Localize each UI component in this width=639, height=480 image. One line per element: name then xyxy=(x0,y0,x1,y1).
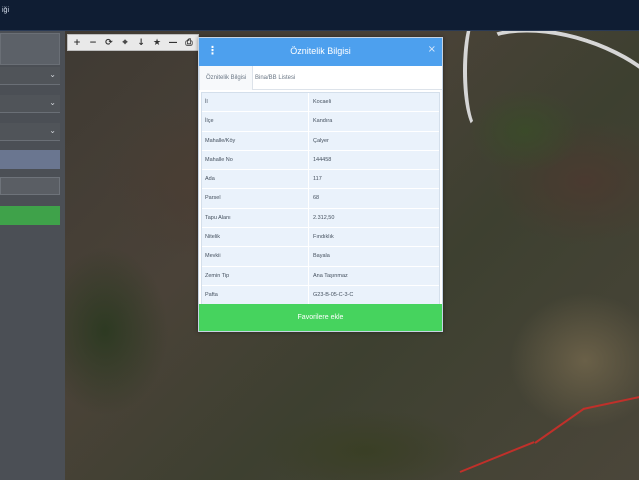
star-icon[interactable]: ★ xyxy=(150,36,164,49)
table-row: Mevkii Bayala xyxy=(202,247,439,267)
table-row: Parsel 68 xyxy=(202,189,439,209)
parcel-boundary-line xyxy=(534,407,585,444)
row-key: Parsel xyxy=(202,189,309,208)
row-value: Ana Taşınmaz xyxy=(313,272,348,279)
attribute-info-modal: ⋮ Öznitelik Bilgisi × Öznitelik Bilgisi … xyxy=(198,37,443,332)
table-row: Mahalle/Köy Çalyer xyxy=(202,131,439,151)
minus-icon[interactable]: − xyxy=(86,36,100,49)
table-row: Tapu Alanı 2.312,50 xyxy=(202,208,439,229)
tab-attribute-info[interactable]: Öznitelik Bilgisi xyxy=(199,66,254,90)
row-key: İl xyxy=(202,93,309,112)
measure-icon[interactable]: — xyxy=(166,36,180,49)
sidebar-query-button[interactable] xyxy=(0,150,60,169)
add-to-favorites-button[interactable]: Favorilere ekle xyxy=(199,304,442,331)
print-icon[interactable]: ⎙ xyxy=(182,36,196,49)
row-value: 117 xyxy=(313,176,322,183)
row-value: Bayala xyxy=(313,253,330,260)
chevron-down-icon: ⌄ xyxy=(49,126,56,135)
table-row: Pafta G23-B-05-C-3-C xyxy=(202,285,439,306)
modal-tabs: Öznitelik Bilgisi Bina/BB Listesi xyxy=(199,66,442,90)
sidebar-select-3[interactable]: ⌄ xyxy=(0,123,60,141)
map-toolbar: + − ⟳ ⌖ ↓ ★ — ⎙ xyxy=(67,34,199,51)
sidebar-search-button[interactable] xyxy=(0,206,60,225)
sidebar-select-1[interactable]: ⌄ xyxy=(0,67,60,85)
row-key: Nitelik xyxy=(202,228,309,247)
row-key: Mahalle No xyxy=(202,150,309,170)
chevron-down-icon: ⌄ xyxy=(49,98,56,107)
app-topbar: iği xyxy=(0,0,639,31)
table-row: İlçe Kandıra xyxy=(202,112,439,132)
row-key: Mahalle/Köy xyxy=(202,131,309,150)
map-road-vertical xyxy=(463,31,493,131)
row-value: Kocaeli xyxy=(313,99,332,105)
refresh-icon[interactable]: ⟳ xyxy=(102,36,116,49)
close-icon[interactable]: × xyxy=(428,44,436,55)
row-key: Ada xyxy=(202,170,309,189)
parcel-boundary-line xyxy=(459,441,535,473)
row-key: Tapu Alanı xyxy=(202,208,309,228)
row-value: 144458 xyxy=(313,156,332,163)
sidebar-panel: ⌄ ⌄ ⌄ xyxy=(0,31,65,480)
row-key: İlçe xyxy=(202,112,309,131)
row-key: Zemin Tip xyxy=(202,266,309,285)
row-value: Kandıra xyxy=(313,118,333,125)
row-value: 68 xyxy=(313,195,320,202)
parcel-boundary-line xyxy=(582,395,639,410)
topbar-label: iği xyxy=(2,7,10,14)
table-row: Mahalle No 144458 xyxy=(202,150,439,171)
info-icon[interactable]: ↓ xyxy=(134,36,148,49)
row-value: Çalyer xyxy=(313,137,329,144)
table-row: Zemin Tip Ana Taşınmaz xyxy=(202,266,439,286)
row-value: G23-B-05-C-3-C xyxy=(313,291,354,298)
table-row: Ada 117 xyxy=(202,170,439,190)
chevron-down-icon: ⌄ xyxy=(49,70,56,79)
tab-building-list[interactable]: Bina/BB Listesi xyxy=(249,66,301,90)
sidebar-header-block xyxy=(0,33,60,65)
modal-title: Öznitelik Bilgisi xyxy=(290,46,351,56)
row-value: 2.312,50 xyxy=(313,214,335,221)
sidebar-select-2[interactable]: ⌄ xyxy=(0,95,60,113)
locate-icon[interactable]: ⌖ xyxy=(118,36,132,49)
sidebar-input[interactable] xyxy=(0,177,60,195)
attribute-table: İl Kocaeli İlçe Kandıra Mahalle/Köy Çalyer … xyxy=(201,92,440,307)
table-row: İl Kocaeli xyxy=(202,93,439,113)
table-row: Nitelik Fındıklık xyxy=(202,228,439,248)
row-key: Pafta xyxy=(202,285,309,305)
plus-icon[interactable]: + xyxy=(70,36,84,49)
row-value: Fındıklık xyxy=(313,234,334,241)
modal-header: ⋮ Öznitelik Bilgisi × xyxy=(199,38,442,66)
row-key: Mevkii xyxy=(202,247,309,266)
